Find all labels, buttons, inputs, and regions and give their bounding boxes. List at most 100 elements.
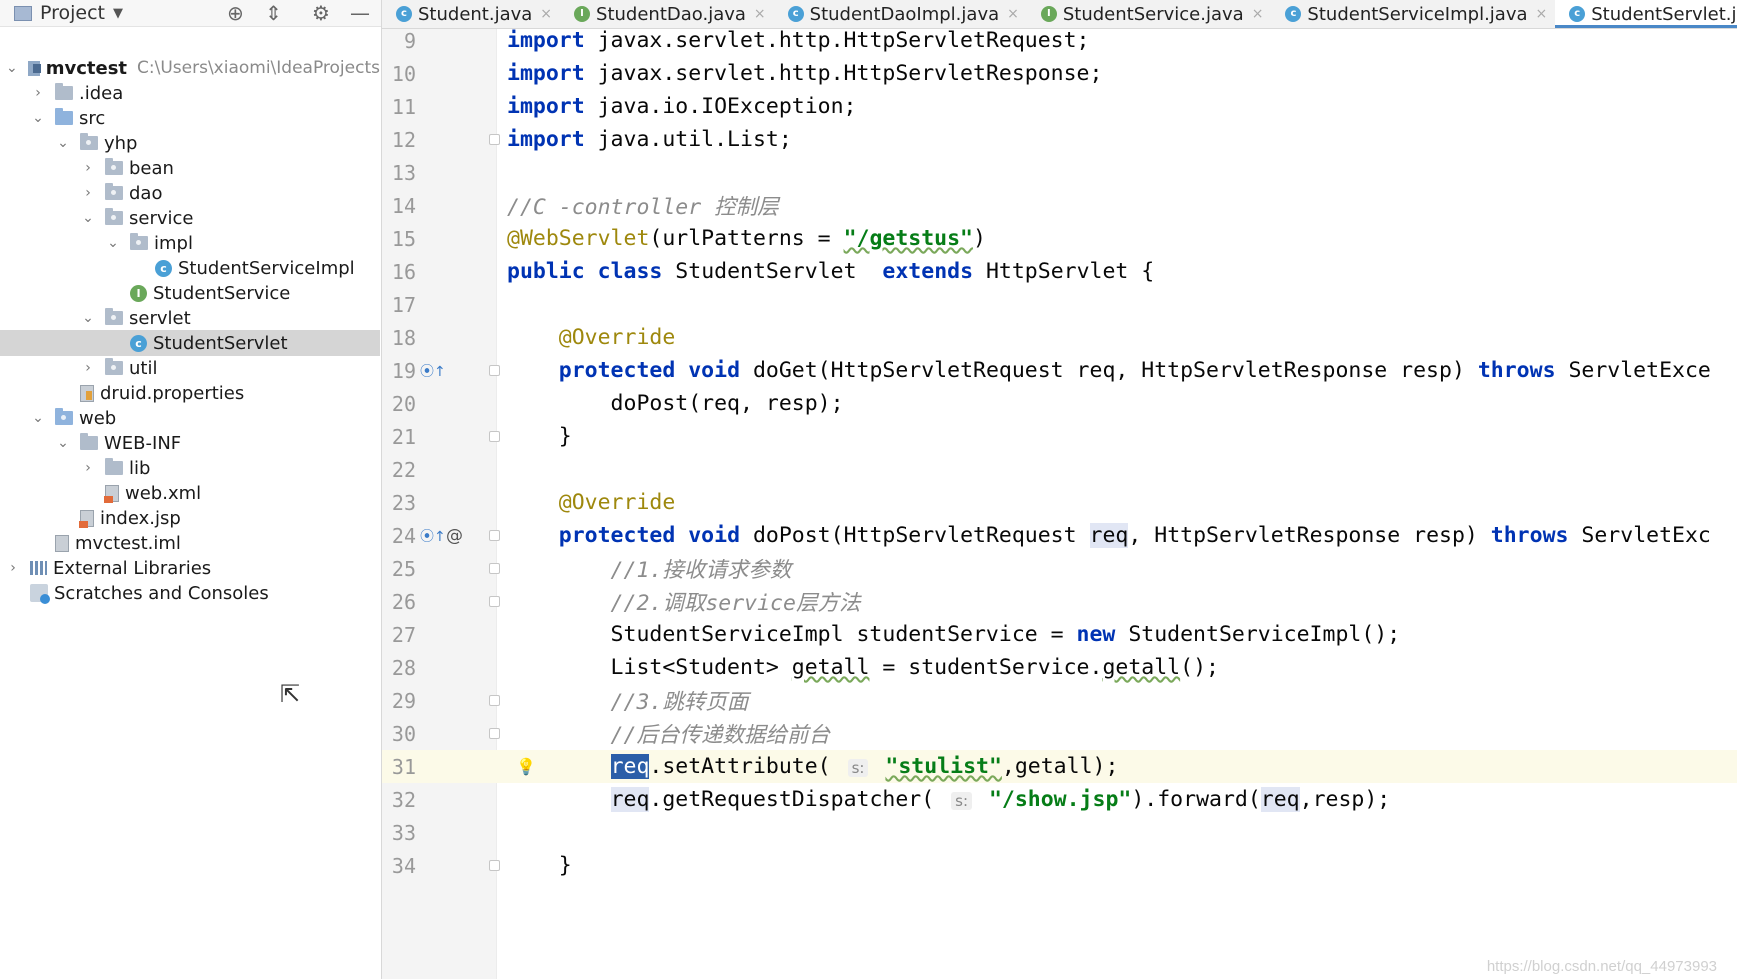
tree-item-studentserviceimpl[interactable]: c StudentServiceImpl bbox=[0, 255, 380, 281]
chevron-right-icon[interactable]: › bbox=[81, 185, 95, 201]
code-line-21[interactable]: 21 } bbox=[382, 420, 1737, 453]
chevron-right-icon[interactable]: › bbox=[81, 460, 95, 476]
tree-item-scratches-and-consoles[interactable]: Scratches and Consoles bbox=[0, 580, 380, 606]
chevron-down-icon[interactable]: ⌄ bbox=[31, 410, 45, 426]
fold-marker-icon[interactable] bbox=[489, 530, 500, 541]
locate-file-icon[interactable]: ⊕ bbox=[227, 1, 244, 25]
tree-item-external-libraries[interactable]: › External Libraries bbox=[0, 555, 380, 581]
overrides-method-icon[interactable]: ⦿↑ bbox=[420, 361, 446, 381]
gear-icon[interactable]: ⚙ bbox=[312, 1, 330, 25]
line-number: 19 bbox=[391, 358, 416, 383]
tree-item-web-xml[interactable]: web.xml bbox=[0, 480, 380, 506]
project-view-selector[interactable]: Project bbox=[40, 2, 105, 24]
code-line-25[interactable]: 25 //1.接收请求参数 bbox=[382, 552, 1737, 585]
tree-item-yhp[interactable]: ⌄ yhp bbox=[0, 130, 380, 156]
tree-item-dao[interactable]: › dao bbox=[0, 180, 380, 206]
chevron-down-icon[interactable]: ⌄ bbox=[56, 135, 70, 151]
chevron-down-icon[interactable]: ⌄ bbox=[81, 210, 95, 226]
close-icon[interactable]: × bbox=[1007, 6, 1019, 22]
tree-item-src[interactable]: ⌄ src bbox=[0, 105, 380, 131]
tree-item-lib[interactable]: › lib bbox=[0, 455, 380, 481]
fold-marker-icon[interactable] bbox=[489, 134, 500, 145]
tab-studentserviceimpl-java[interactable]: c StudentServiceImpl.java × bbox=[1271, 0, 1555, 28]
package-icon bbox=[130, 233, 148, 250]
code-line-14[interactable]: 14 //C -controller 控制层 bbox=[382, 189, 1737, 222]
tree-item-impl[interactable]: ⌄ impl bbox=[0, 230, 380, 256]
tree-item-studentservice[interactable]: I StudentService bbox=[0, 280, 380, 306]
tree-item-util[interactable]: › util bbox=[0, 355, 380, 381]
code-line-23[interactable]: 23 @Override bbox=[382, 486, 1737, 519]
tree-item-index-jsp[interactable]: index.jsp bbox=[0, 505, 380, 531]
code-line-34[interactable]: 34 } bbox=[382, 849, 1737, 882]
hide-panel-icon[interactable]: — bbox=[350, 1, 370, 25]
chevron-down-icon[interactable]: ▼ bbox=[113, 6, 123, 21]
code-line-30[interactable]: 30 //后台传递数据给前台 bbox=[382, 717, 1737, 750]
code-line-12[interactable]: 12 import java.util.List; bbox=[382, 123, 1737, 156]
code-line-19[interactable]: 19 ⦿↑ protected void doGet(HttpServletReq… bbox=[382, 354, 1737, 387]
tab-studentdaoimpl-java[interactable]: c StudentDaoImpl.java × bbox=[774, 0, 1027, 28]
tree-item-druid-properties[interactable]: druid.properties bbox=[0, 380, 380, 406]
tree-item-servlet[interactable]: ⌄ servlet bbox=[0, 305, 380, 331]
fold-marker-icon[interactable] bbox=[489, 596, 500, 607]
line-number: 25 bbox=[391, 556, 416, 581]
chevron-down-icon[interactable]: ⌄ bbox=[81, 310, 95, 326]
code-line-13[interactable]: 13 bbox=[382, 156, 1737, 189]
tree-item-bean[interactable]: › bean bbox=[0, 155, 380, 181]
chevron-right-icon[interactable]: › bbox=[81, 360, 95, 376]
package-icon bbox=[105, 358, 123, 375]
watermark: https://blog.csdn.net/qq_44973993 bbox=[1486, 958, 1717, 975]
close-icon[interactable]: × bbox=[1252, 6, 1264, 22]
code-line-20[interactable]: 20 doPost(req, resp); bbox=[382, 387, 1737, 420]
tree-item-studentservlet[interactable]: c StudentServlet bbox=[0, 330, 380, 356]
fold-marker-icon[interactable] bbox=[489, 695, 500, 706]
fold-marker-icon[interactable] bbox=[489, 563, 500, 574]
tab-studentdao-java[interactable]: I StudentDao.java × bbox=[560, 0, 774, 28]
chevron-right-icon[interactable]: › bbox=[81, 160, 95, 176]
chevron-down-icon[interactable]: ⌄ bbox=[6, 60, 18, 76]
code-line-11[interactable]: 11 import java.io.IOException; bbox=[382, 90, 1737, 123]
code-editor[interactable]: 9 import javax.servlet.http.HttpServletRe… bbox=[382, 29, 1737, 979]
fold-marker-icon[interactable] bbox=[489, 431, 500, 442]
line-number: 12 bbox=[391, 127, 416, 152]
tab-studentservlet-java[interactable]: cStudentServlet.java× bbox=[1555, 0, 1737, 28]
fold-marker-icon[interactable] bbox=[489, 728, 500, 739]
close-icon[interactable]: × bbox=[540, 6, 552, 22]
tree-item-web[interactable]: ⌄ web bbox=[0, 405, 380, 431]
code-line-10[interactable]: 10 import javax.servlet.http.HttpServletR… bbox=[382, 57, 1737, 90]
chevron-down-icon[interactable]: ⌄ bbox=[56, 435, 70, 451]
close-icon[interactable]: × bbox=[754, 6, 766, 22]
chevron-down-icon[interactable]: ⌄ bbox=[31, 110, 45, 126]
chevron-right-icon[interactable]: › bbox=[31, 85, 45, 101]
tree-item-service[interactable]: ⌄ service bbox=[0, 205, 380, 231]
collapse-all-icon[interactable]: ⇕ bbox=[265, 1, 282, 25]
code-text: //2.调取service层方法 bbox=[507, 591, 861, 616]
code-line-24[interactable]: 24 ⦿↑ @ protected void doPost(HttpServletR… bbox=[382, 519, 1737, 552]
fold-marker-icon[interactable] bbox=[489, 365, 500, 376]
code-line-9[interactable]: 9 import javax.servlet.http.HttpServletRe… bbox=[382, 29, 1737, 57]
tab-student-java[interactable]: c Student.java × bbox=[382, 0, 560, 28]
fold-marker-icon[interactable] bbox=[489, 860, 500, 871]
code-line-17[interactable]: 17 bbox=[382, 288, 1737, 321]
tree-item-idea[interactable]: › .idea bbox=[0, 80, 380, 106]
code-line-33[interactable]: 33 bbox=[382, 816, 1737, 849]
tab-studentservice-java[interactable]: I StudentService.java × bbox=[1027, 0, 1272, 28]
code-line-28[interactable]: 28 List<Student> getall = studentService… bbox=[382, 651, 1737, 684]
code-line-18[interactable]: 18 @Override bbox=[382, 321, 1737, 354]
code-line-26[interactable]: 26 //2.调取service层方法 bbox=[382, 585, 1737, 618]
code-line-32[interactable]: 32 req.getRequestDispatcher( s: "/show.j… bbox=[382, 783, 1737, 816]
tree-item-mvctest[interactable]: ⌄ mvctest C:\Users\xiaomi\IdeaProjects bbox=[0, 55, 380, 81]
chevron-right-icon[interactable]: › bbox=[6, 560, 20, 576]
line-number: 22 bbox=[391, 457, 416, 482]
chevron-down-icon[interactable]: ⌄ bbox=[106, 235, 120, 251]
code-line-16[interactable]: 16 public class StudentServlet extends Ht… bbox=[382, 255, 1737, 288]
close-icon[interactable]: × bbox=[1536, 6, 1548, 22]
web-servlet-mapping-icon[interactable]: @ bbox=[446, 526, 463, 546]
tree-item-mvctest-iml[interactable]: mvctest.iml bbox=[0, 530, 380, 556]
overrides-method-icon[interactable]: ⦿↑ bbox=[420, 526, 446, 546]
code-line-27[interactable]: 27 StudentServiceImpl studentService = n… bbox=[382, 618, 1737, 651]
code-line-15[interactable]: 15 @WebServlet(urlPatterns = "/getstus") bbox=[382, 222, 1737, 255]
tree-item-web-inf[interactable]: ⌄ WEB-INF bbox=[0, 430, 380, 456]
code-line-22[interactable]: 22 bbox=[382, 453, 1737, 486]
code-line-31[interactable]: 31 💡 req.setAttribute( s: "stulist",getal… bbox=[382, 750, 1737, 783]
code-line-29[interactable]: 29 //3.跳转页面 bbox=[382, 684, 1737, 717]
